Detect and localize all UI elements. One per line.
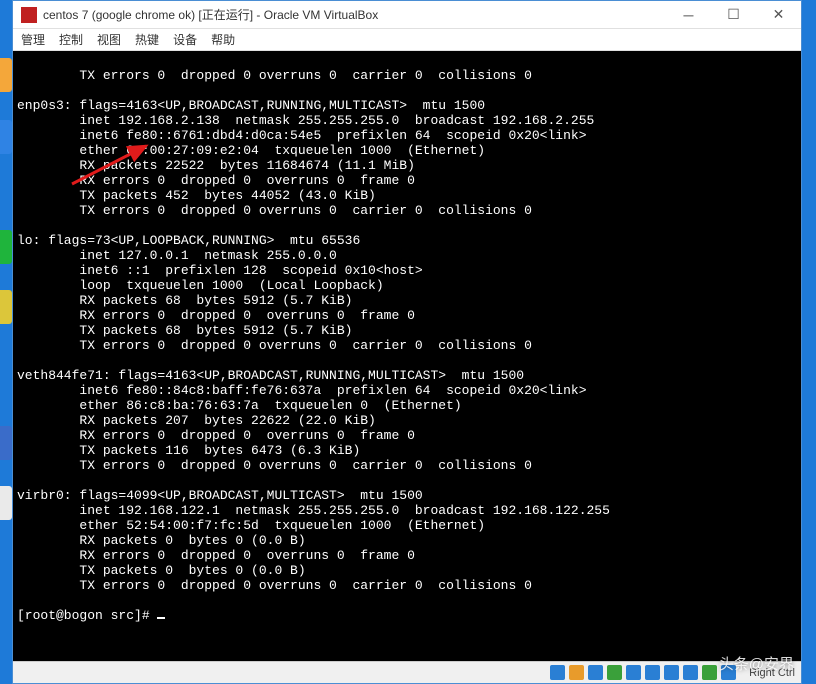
terminal-line: inet 192.168.122.1 netmask 255.255.255.0… (17, 503, 610, 518)
menu-help[interactable]: 帮助 (211, 31, 235, 48)
shared-folders-icon[interactable] (645, 665, 660, 680)
terminal-line: veth844fe71: flags=4163<UP,BROADCAST,RUN… (17, 368, 524, 383)
terminal-line: inet 127.0.0.1 netmask 255.0.0.0 (17, 248, 337, 263)
display-icon[interactable] (664, 665, 679, 680)
terminal-line: TX errors 0 dropped 0 overruns 0 carrier… (17, 338, 532, 353)
optical-disk-icon[interactable] (569, 665, 584, 680)
terminal-line: inet6 fe80::84c8:baff:fe76:637a prefixle… (17, 383, 587, 398)
recording-icon[interactable] (683, 665, 698, 680)
mouse-integration-icon[interactable] (721, 665, 736, 680)
terminal-line: RX errors 0 dropped 0 overruns 0 frame 0 (17, 173, 415, 188)
terminal-line: RX packets 207 bytes 22622 (22.0 KiB) (17, 413, 376, 428)
virtualbox-app-icon (21, 7, 37, 23)
terminal-line: TX packets 0 bytes 0 (0.0 B) (17, 563, 306, 578)
titlebar[interactable]: centos 7 (google chrome ok) [正在运行] - Ora… (13, 1, 801, 29)
terminal-line: inet6 fe80::6761:dbd4:d0ca:54e5 prefixle… (17, 128, 587, 143)
window-title: centos 7 (google chrome ok) [正在运行] - Ora… (43, 6, 666, 23)
window-buttons: ─ ☐ ✕ (666, 1, 801, 28)
terminal-line: RX errors 0 dropped 0 overruns 0 frame 0 (17, 428, 415, 443)
terminal-line: lo: flags=73<UP,LOOPBACK,RUNNING> mtu 65… (17, 233, 360, 248)
terminal-line: loop txqueuelen 1000 (Local Loopback) (17, 278, 384, 293)
guest-terminal[interactable]: TX errors 0 dropped 0 overruns 0 carrier… (13, 51, 801, 661)
menu-control[interactable]: 控制 (59, 31, 83, 48)
terminal-line: inet6 ::1 prefixlen 128 scopeid 0x10<hos… (17, 263, 423, 278)
terminal-line: ether 86:c8:ba:76:63:7a txqueuelen 0 (Et… (17, 398, 462, 413)
host-desktop-edge (0, 0, 12, 684)
terminal-prompt: [root@bogon src]# (17, 608, 157, 623)
terminal-line: ether 08:00:27:09:e2:04 txqueuelen 1000 … (17, 143, 485, 158)
terminal-line: RX packets 68 bytes 5912 (5.7 KiB) (17, 293, 352, 308)
terminal-line: TX errors 0 dropped 0 overruns 0 carrier… (17, 578, 532, 593)
terminal-line: RX errors 0 dropped 0 overruns 0 frame 0 (17, 308, 415, 323)
terminal-line: TX errors 0 dropped 0 overruns 0 carrier… (17, 458, 532, 473)
terminal-line: inet 192.168.2.138 netmask 255.255.255.0… (17, 113, 594, 128)
cpu-icon[interactable] (702, 665, 717, 680)
terminal-line: ether 52:54:00:f7:fc:5d txqueuelen 1000 … (17, 518, 485, 533)
terminal-line: TX packets 452 bytes 44052 (43.0 KiB) (17, 188, 376, 203)
virtualbox-window: centos 7 (google chrome ok) [正在运行] - Ora… (12, 0, 802, 684)
vbox-statusbar: Right Ctrl (13, 661, 801, 683)
minimize-button[interactable]: ─ (666, 1, 711, 28)
host-key-label: Right Ctrl (749, 667, 795, 679)
network-icon[interactable] (607, 665, 622, 680)
menu-hotkey[interactable]: 热键 (135, 31, 159, 48)
terminal-line: TX errors 0 dropped 0 overruns 0 carrier… (17, 203, 532, 218)
menu-manage[interactable]: 管理 (21, 31, 45, 48)
terminal-line: virbr0: flags=4099<UP,BROADCAST,MULTICAS… (17, 488, 423, 503)
usb-icon[interactable] (626, 665, 641, 680)
hard-disk-icon[interactable] (550, 665, 565, 680)
menubar: 管理 控制 视图 热键 设备 帮助 (13, 29, 801, 51)
terminal-line: TX errors 0 dropped 0 overruns 0 carrier… (17, 68, 532, 83)
terminal-line: TX packets 68 bytes 5912 (5.7 KiB) (17, 323, 352, 338)
terminal-line: RX packets 0 bytes 0 (0.0 B) (17, 533, 306, 548)
close-button[interactable]: ✕ (756, 1, 801, 28)
terminal-line: TX packets 116 bytes 6473 (6.3 KiB) (17, 443, 360, 458)
menu-device[interactable]: 设备 (173, 31, 197, 48)
menu-view[interactable]: 视图 (97, 31, 121, 48)
terminal-line: RX errors 0 dropped 0 overruns 0 frame 0 (17, 548, 415, 563)
terminal-line: enp0s3: flags=4163<UP,BROADCAST,RUNNING,… (17, 98, 485, 113)
status-icons (550, 665, 736, 680)
terminal-line: RX packets 22522 bytes 11684674 (11.1 Mi… (17, 158, 415, 173)
terminal-cursor (157, 617, 165, 619)
audio-icon[interactable] (588, 665, 603, 680)
maximize-button[interactable]: ☐ (711, 1, 756, 28)
